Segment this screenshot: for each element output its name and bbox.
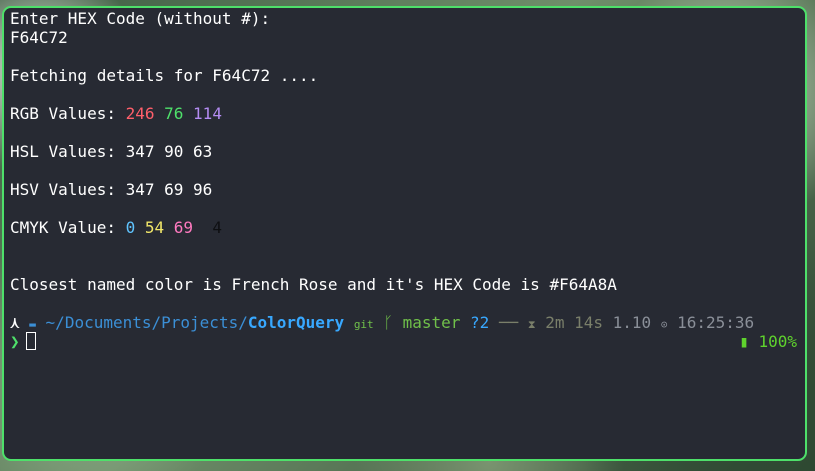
hex-input-echo: F64C72: [10, 28, 68, 47]
battery-status: ▮ 100%: [739, 332, 797, 351]
hsv-value: 347 69 96: [125, 180, 213, 199]
terminal-window[interactable]: Enter HEX Code (without #): F64C72 Fetch…: [2, 6, 807, 461]
prompt-status-line: ⋏ ▬ ~/Documents/Projects/ColorQuery git …: [10, 313, 754, 332]
arch-icon: ⋏: [10, 313, 20, 332]
folder-icon: ▬: [29, 318, 36, 331]
clock-icon: ⊙: [660, 318, 668, 331]
prompt-text: Enter HEX Code (without #):: [10, 9, 271, 28]
closest-color-message: Closest named color is French Rose and i…: [10, 275, 617, 294]
cmyk-label: CMYK Value:: [10, 218, 126, 237]
git-icon: git: [353, 318, 374, 331]
cmyk-line: CMYK Value: 0 54 69 4: [10, 218, 222, 237]
clock-time: 16:25:36: [677, 313, 755, 332]
input-line[interactable]: ❯: [10, 332, 36, 351]
hsl-label: HSL Values:: [10, 142, 126, 161]
fetching-message: Fetching details for F64C72 ....: [10, 66, 319, 85]
cmyk-c-value: 0: [125, 218, 136, 237]
battery-level: 100%: [758, 332, 797, 351]
load-average: 1.10: [612, 313, 652, 332]
path-prefix: ~/Documents/Projects/: [45, 313, 248, 332]
prompt-caret: ❯: [10, 332, 20, 351]
hourglass-icon: ⧗: [527, 318, 536, 331]
command-duration: 2m 14s: [545, 313, 603, 332]
git-branch: master: [402, 313, 461, 332]
hsv-line: HSV Values: 347 69 96: [10, 180, 212, 199]
prompt-separator: ──: [498, 313, 519, 332]
rgb-green-value: 76: [164, 104, 184, 123]
text-cursor[interactable]: [25, 332, 36, 350]
hsl-value: 347 90 63: [125, 142, 213, 161]
git-untracked-count: ?2: [470, 313, 490, 332]
rgb-line: RGB Values: 246 76 114: [10, 104, 222, 123]
rgb-red-value: 246: [125, 104, 155, 123]
path-current-dir: ColorQuery: [247, 313, 345, 332]
hsl-line: HSL Values: 347 90 63: [10, 142, 212, 161]
cmyk-m-value: 54: [144, 218, 165, 237]
rgb-label: RGB Values:: [10, 104, 126, 123]
hsv-label: HSV Values:: [10, 180, 126, 199]
branch-icon: ᚴ: [383, 313, 393, 332]
rgb-blue-value: 114: [193, 104, 222, 123]
cmyk-k-value: 4: [212, 218, 222, 237]
battery-icon: ▮: [739, 332, 749, 351]
cmyk-y-value: 69: [173, 218, 194, 237]
